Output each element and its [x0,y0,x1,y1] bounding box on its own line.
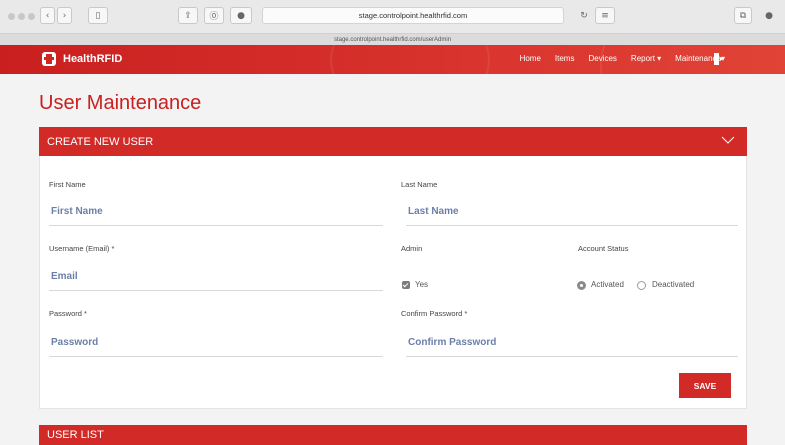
email-field[interactable] [49,263,383,291]
user-list-title: USER LIST [47,429,104,441]
nav-devices[interactable]: Devices [588,54,616,63]
password-input[interactable] [49,329,383,357]
confirm-password-label: Confirm Password * [401,309,468,318]
chevron-down-icon[interactable] [721,136,735,145]
healthrfid-logo-icon [42,52,56,66]
download-icon[interactable]: ● [760,7,778,24]
tabs-icon[interactable]: ⧉ [734,7,752,24]
reader-icon[interactable]: ≡ [595,7,615,24]
app-navbar: HealthRFID Home Items Devices Report ▾ M… [0,45,785,74]
create-user-panel-title: CREATE NEW USER [47,135,154,148]
last-name-input[interactable] [406,198,738,226]
user-list-panel-header[interactable]: USER LIST [39,425,747,445]
last-name-label: Last Name [401,180,438,189]
activated-label: Activated [591,280,624,289]
admin-label: Admin [401,244,423,253]
deactivated-label: Deactivated [652,280,695,289]
admin-checkbox[interactable] [402,281,410,289]
nav-items[interactable]: Items [555,54,575,63]
first-name-label: First Name [49,180,86,189]
page-title: User Maintenance [39,92,202,114]
forward-icon[interactable]: › [57,7,72,24]
browser-toolbar: ‹ › ▯ ⇪ ⓪ ● stage.controlpoint.healthrfi… [0,0,785,34]
save-button[interactable]: SAVE [679,373,731,398]
status-url-text: stage.controlpoint.healthrfid.com/userAd… [333,36,452,43]
admin-yes-label: Yes [415,280,429,289]
page-url-strip: stage.controlpoint.healthrfid.com/userAd… [0,34,785,45]
extension-icon[interactable]: ● [230,7,252,24]
nav-report[interactable]: Report ▾ [631,54,661,63]
window-close-dot[interactable] [8,13,15,20]
address-bar[interactable]: stage.controlpoint.healthrfid.com [262,7,564,24]
deactivated-radio[interactable] [637,281,646,290]
create-user-panel-header[interactable]: CREATE NEW USER [39,127,747,156]
confirm-password-input[interactable] [406,329,738,357]
username-label: Username (Email) * [49,244,115,253]
reload-icon[interactable]: ↻ [577,7,591,24]
window-zoom-dot[interactable] [28,13,35,20]
navbar-decoration [330,45,490,74]
account-status-label: Account Status [578,244,629,253]
brand-name: HealthRFID [63,53,123,65]
brand[interactable]: HealthRFID [42,52,122,66]
password-label: Password * [49,309,87,318]
address-bar-text: stage.controlpoint.healthrfid.com [358,11,468,20]
nav-home[interactable]: Home [520,54,541,63]
activated-radio[interactable] [577,281,586,290]
back-icon[interactable]: ‹ [40,7,55,24]
window-minimize-dot[interactable] [18,13,25,20]
first-name-input[interactable] [49,198,383,226]
logout-icon[interactable] [714,53,724,65]
password-icon[interactable]: ⓪ [204,7,224,24]
nav-links: Home Items Devices Report ▾ Maintenance▾ [506,54,725,63]
share-icon[interactable]: ⇪ [178,7,198,24]
sidebar-icon[interactable]: ▯ [88,7,108,24]
